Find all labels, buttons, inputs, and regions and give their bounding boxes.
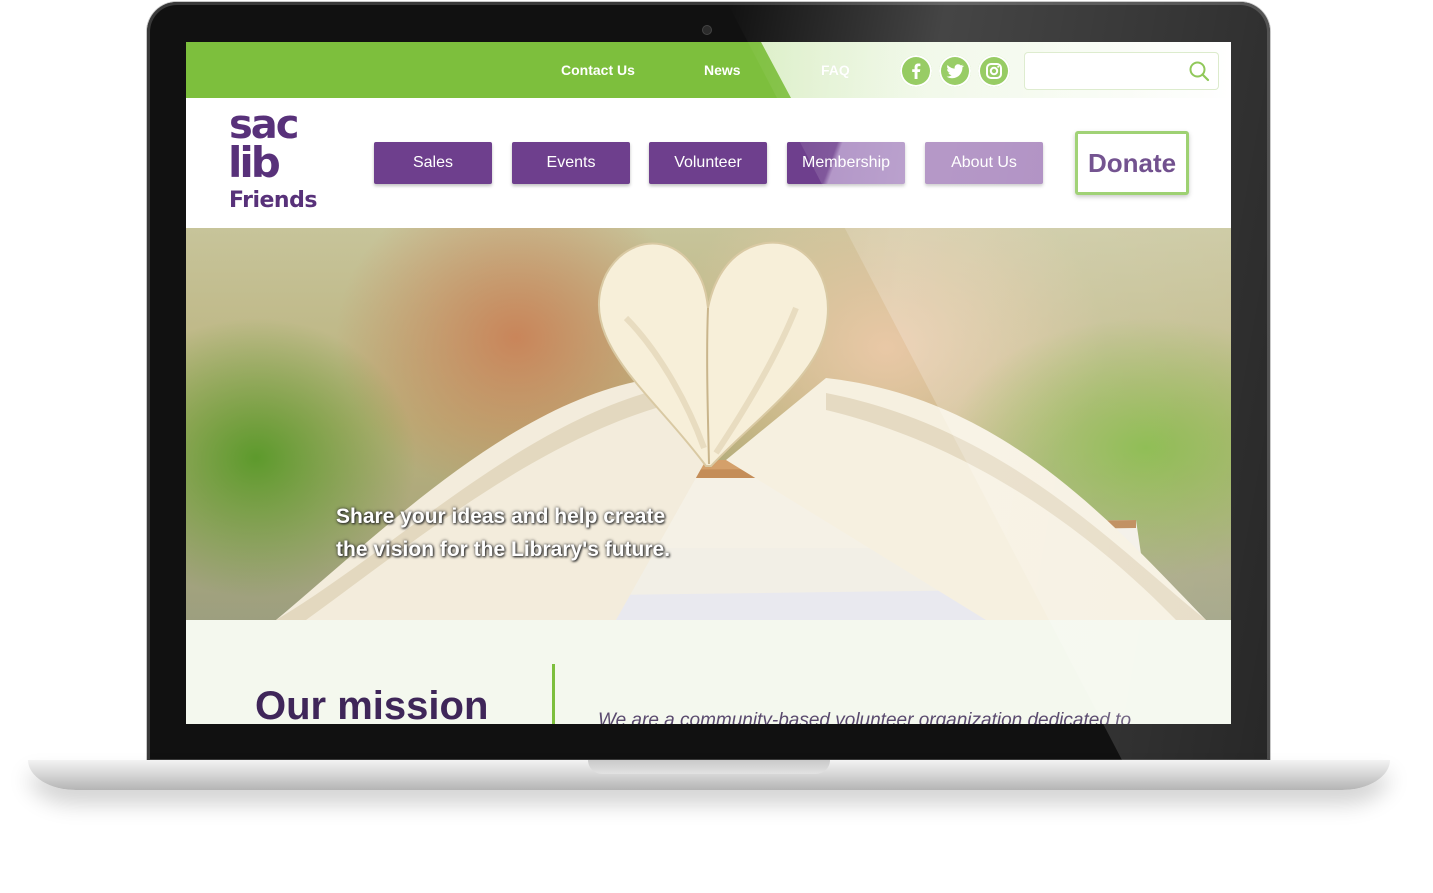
mission-section: Our mission We are a community-based vol… [186, 620, 1231, 724]
hero-caption: Share your ideas and help create the vis… [336, 500, 756, 566]
site-header: sac lib Friends Sales Events Volunteer M… [186, 98, 1231, 228]
mission-divider [552, 664, 555, 724]
webcam [703, 26, 711, 34]
search-input[interactable] [1031, 57, 1185, 85]
nav-about-us-button[interactable]: About Us [925, 142, 1043, 184]
mission-text: We are a community-based volunteer organ… [598, 710, 1132, 724]
hero-caption-line-1: Share your ideas and help create [336, 505, 666, 528]
top-utility-bar: Contact Us News FAQ [186, 42, 1231, 98]
nav-membership-button[interactable]: Membership [787, 142, 905, 184]
contact-us-link[interactable]: Contact Us [561, 62, 635, 78]
hero-caption-line-2: the vision for the Library's future. [336, 538, 671, 561]
faq-link[interactable]: FAQ [821, 62, 850, 78]
search-icon[interactable] [1188, 60, 1210, 82]
laptop-lid: Contact Us News FAQ sac lib Friends Sale… [147, 2, 1270, 762]
hero-banner: Share your ideas and help create the vis… [186, 228, 1231, 620]
news-link[interactable]: News [704, 62, 741, 78]
nav-sales-button[interactable]: Sales [374, 142, 492, 184]
facebook-icon[interactable] [900, 55, 932, 87]
twitter-icon[interactable] [939, 55, 971, 87]
instagram-icon[interactable] [978, 55, 1010, 87]
laptop-notch [588, 760, 830, 774]
mission-heading: Our mission [255, 684, 489, 724]
search-box [1025, 53, 1218, 89]
saclib-friends-logo[interactable]: sac lib Friends [226, 102, 336, 218]
laptop-base [28, 760, 1390, 790]
nav-events-button[interactable]: Events [512, 142, 630, 184]
donate-button[interactable]: Donate [1075, 131, 1189, 195]
browser-viewport: Contact Us News FAQ sac lib Friends Sale… [186, 42, 1231, 724]
nav-volunteer-button[interactable]: Volunteer [649, 142, 767, 184]
